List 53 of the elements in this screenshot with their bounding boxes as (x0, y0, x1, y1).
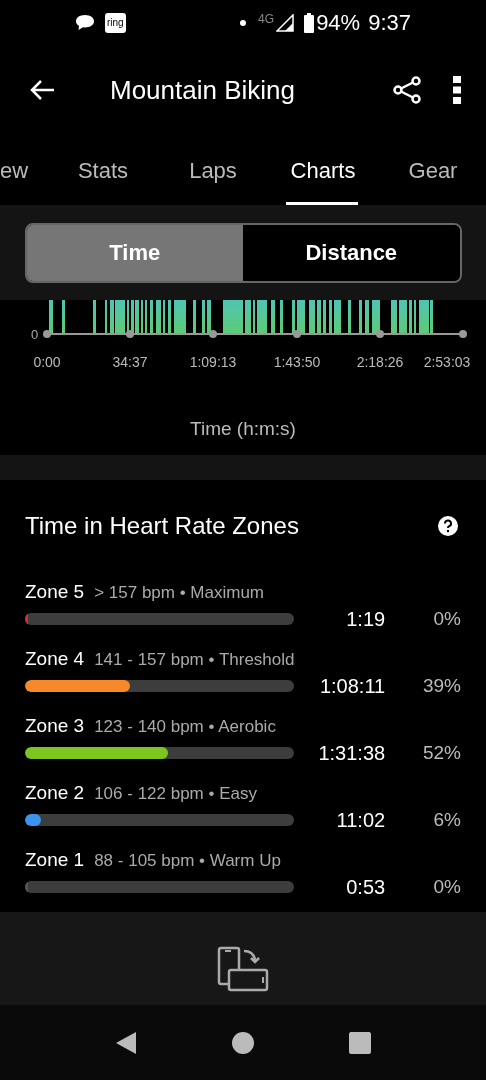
notification-dot-icon (240, 19, 247, 26)
zone-time: 11:02 (335, 808, 386, 833)
zone-detail: 123 - 140 bpm • Aerobic (94, 716, 276, 738)
y-axis-label: 0 (31, 326, 39, 344)
zone-time: 1:31:38 (317, 741, 386, 766)
help-icon[interactable] (438, 516, 458, 536)
share-icon (392, 75, 422, 105)
card-title: Time in Heart Rate Zones (25, 511, 299, 541)
axis-title: Time (h:m:s) (190, 417, 296, 441)
x-axis-tick-label: 2:18:26 (356, 353, 404, 372)
battery-percent: 94% (316, 9, 361, 37)
tab[interactable]: Laps (158, 135, 268, 205)
zone-name: Zone 3 (25, 714, 85, 738)
clock-time: 9:37 (368, 9, 411, 37)
tab[interactable]: ew (0, 135, 48, 205)
x-axis-tick-label: 1:43:50 (273, 353, 321, 372)
back-arrow-icon (29, 79, 55, 101)
x-axis-tick-label: 34:37 (112, 353, 148, 372)
zone-detail: 106 - 122 bpm • Easy (94, 783, 257, 805)
zone-name: Zone 4 (25, 647, 85, 671)
back-nav-icon[interactable] (115, 1030, 137, 1055)
zone-percent: 52% (421, 740, 461, 765)
zone-time: 0:53 (345, 875, 386, 900)
segment-option[interactable]: Time (26, 224, 243, 281)
x-axis-tick-label: 1:09:13 (189, 353, 237, 372)
zone-percent: 6% (432, 807, 461, 832)
zone-time: 1:08:11 (318, 674, 386, 699)
zone-name: Zone 1 (25, 848, 85, 872)
recents-nav-icon[interactable] (349, 1031, 371, 1054)
rotate-screen-icon[interactable] (217, 945, 269, 992)
zone-time: 1:19 (345, 607, 386, 632)
x-axis-tick-label: 2:53:03 (423, 353, 471, 372)
x-axis-tick-label: 0:00 (33, 353, 61, 372)
tab[interactable]: Gear (378, 135, 486, 205)
tab[interactable]: Stats (48, 135, 158, 205)
chat-bubble-icon (75, 13, 95, 32)
tab[interactable]: Charts (268, 135, 378, 205)
battery-icon (304, 12, 315, 33)
zone-name: Zone 2 (25, 781, 85, 805)
more-vertical-icon (453, 76, 461, 104)
network-type: 4G (258, 11, 275, 28)
screen-title: Mountain Biking (110, 73, 295, 107)
zone-detail: 88 - 105 bpm • Warm Up (94, 850, 281, 872)
app-badge: ring (105, 12, 126, 33)
zone-detail: 141 - 157 bpm • Threshold (94, 649, 295, 671)
zone-detail: > 157 bpm • Maximum (94, 582, 265, 604)
zone-percent: 0% (432, 606, 461, 631)
home-nav-icon[interactable] (232, 1031, 254, 1054)
zone-percent: 39% (421, 673, 461, 698)
signal-icon (276, 13, 295, 32)
segment-option[interactable]: Distance (243, 224, 460, 281)
zone-name: Zone 5 (25, 580, 85, 604)
zone-percent: 0% (432, 874, 461, 899)
